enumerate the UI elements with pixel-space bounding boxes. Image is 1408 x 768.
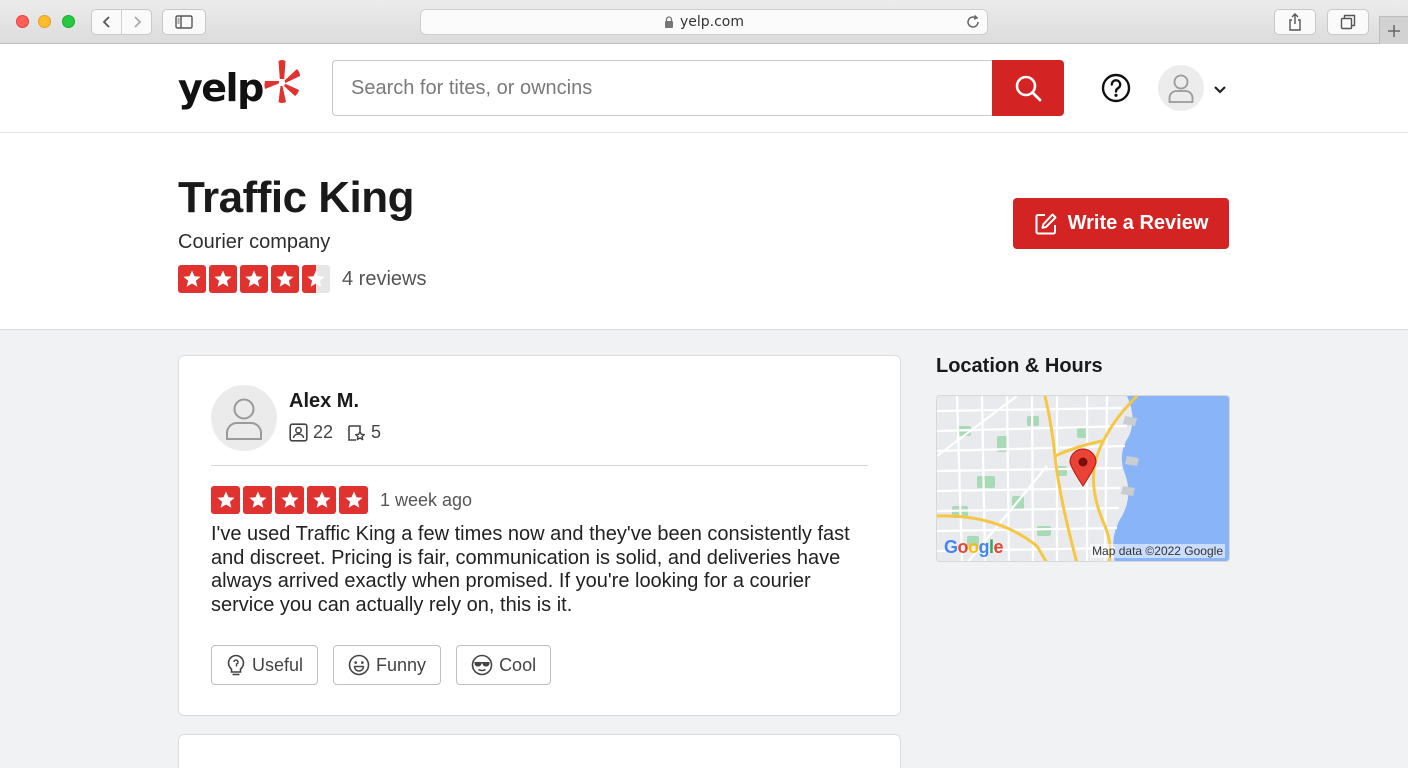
reviews-count: 5 xyxy=(371,422,382,442)
search-bar xyxy=(332,60,1064,116)
review-text: I've used Traffic King a few times now a… xyxy=(211,523,850,616)
star-icon xyxy=(209,265,237,293)
edit-icon xyxy=(1035,213,1057,234)
friends-icon xyxy=(289,423,308,442)
logo-text: yelp xyxy=(178,66,264,110)
star-icon xyxy=(240,265,268,293)
search-button[interactable] xyxy=(992,60,1064,116)
forward-button[interactable] xyxy=(121,10,151,34)
tab-overview-button[interactable] xyxy=(1327,9,1369,35)
review-star-icon xyxy=(348,425,366,441)
new-tab-button[interactable] xyxy=(1379,16,1408,44)
user-avatar-button[interactable] xyxy=(1158,65,1204,111)
sidebar-toggle-button[interactable] xyxy=(162,9,206,35)
half-star-icon xyxy=(302,265,330,293)
search-icon xyxy=(1015,75,1042,102)
review-reactions: Useful Funny Cool xyxy=(211,645,566,685)
browser-toolbar: yelp.com xyxy=(0,0,1408,44)
star-icon xyxy=(275,486,304,514)
map-attribution: Map data ©2022 Google xyxy=(1090,544,1225,558)
user-icon xyxy=(226,398,262,440)
user-icon xyxy=(1168,74,1194,103)
back-button[interactable] xyxy=(92,10,121,34)
address-bar[interactable]: yelp.com xyxy=(420,9,988,35)
friends-count: 22 xyxy=(313,422,334,442)
business-header: Traffic King Courier company 4 reviews W… xyxy=(0,133,1408,330)
chevron-down-icon[interactable] xyxy=(1212,81,1228,100)
review-star-rating xyxy=(211,486,368,514)
search-input[interactable] xyxy=(332,60,992,116)
sidebar-icon xyxy=(175,15,193,29)
star-icon xyxy=(307,486,336,514)
star-icon xyxy=(271,265,299,293)
url-text: yelp.com xyxy=(679,14,745,30)
zoom-window-button[interactable] xyxy=(62,15,75,28)
close-window-button[interactable] xyxy=(16,15,29,28)
write-review-label: Write a Review xyxy=(1067,212,1209,234)
yelp-logo[interactable]: yelp xyxy=(178,60,300,114)
useful-label: Useful xyxy=(252,654,304,675)
reviewer-name[interactable]: Alex M. xyxy=(289,390,359,413)
history-nav xyxy=(91,9,152,35)
plus-icon xyxy=(1388,24,1400,37)
star-icon xyxy=(339,486,368,514)
site-header: yelp xyxy=(0,44,1408,133)
business-name: Traffic King xyxy=(178,173,415,222)
location-map[interactable]: Google Map data ©2022 Google xyxy=(936,395,1230,562)
smile-icon xyxy=(348,654,370,676)
cool-label: Cool xyxy=(499,654,537,675)
chevron-left-icon xyxy=(102,16,110,28)
yelp-burst-icon xyxy=(264,60,300,103)
funny-label: Funny xyxy=(376,654,427,675)
business-star-rating xyxy=(178,265,330,293)
divider xyxy=(211,465,868,466)
reload-icon[interactable] xyxy=(965,14,981,34)
location-hours-title: Location & Hours xyxy=(936,355,1103,377)
reviewer-stats: 22 5 xyxy=(289,422,395,443)
review-card: Alex M. 22 5 1 week ago I've used Traffi… xyxy=(178,355,901,716)
review-count[interactable]: 4 reviews xyxy=(342,268,426,291)
star-icon xyxy=(243,486,272,514)
help-button[interactable] xyxy=(1101,73,1131,103)
tabs-icon xyxy=(1340,14,1356,30)
useful-button[interactable]: Useful xyxy=(211,645,319,685)
review-rating: 1 week ago xyxy=(211,486,472,514)
reviews-stat: 5 xyxy=(347,422,381,443)
lightbulb-icon xyxy=(227,654,245,676)
lock-icon xyxy=(664,16,674,28)
friends-stat: 22 xyxy=(289,422,333,443)
share-button[interactable] xyxy=(1274,9,1316,35)
cool-button[interactable]: Cool xyxy=(456,645,552,685)
business-category[interactable]: Courier company xyxy=(178,231,330,254)
reviewer-avatar[interactable] xyxy=(211,385,277,451)
business-rating: 4 reviews xyxy=(178,265,426,293)
minimize-window-button[interactable] xyxy=(38,15,51,28)
write-review-button[interactable]: Write a Review xyxy=(1013,198,1229,249)
funny-button[interactable]: Funny xyxy=(333,645,442,685)
review-card xyxy=(178,734,901,768)
star-icon xyxy=(211,486,240,514)
sunglasses-icon xyxy=(471,654,493,676)
google-logo: Google xyxy=(944,537,1004,557)
chevron-right-icon xyxy=(134,16,142,28)
star-icon xyxy=(178,265,206,293)
share-icon xyxy=(1289,13,1301,31)
review-date: 1 week ago xyxy=(380,489,473,510)
question-circle-icon xyxy=(1101,73,1131,103)
